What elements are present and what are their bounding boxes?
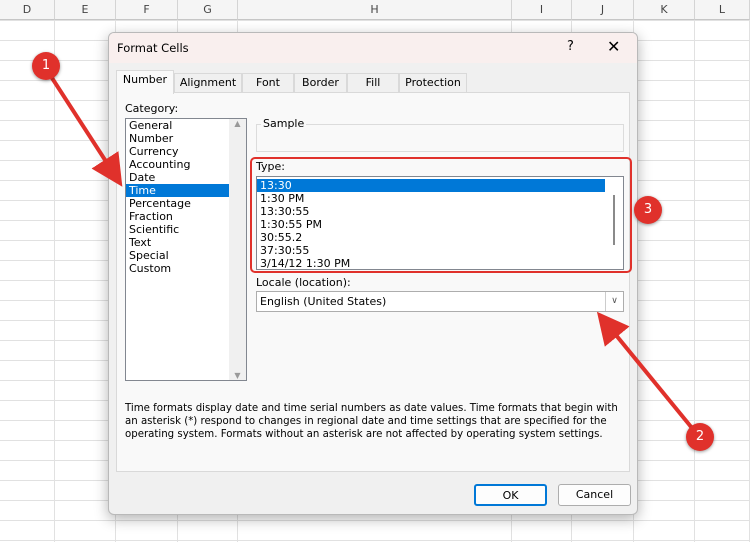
annotation-1: 1 (32, 52, 60, 80)
annotation-2: 2 (686, 423, 714, 451)
annotation-3: 3 (634, 196, 662, 224)
arrow-2 (596, 311, 694, 430)
arrow-1 (50, 76, 123, 187)
annotation-arrows (50, 76, 694, 430)
